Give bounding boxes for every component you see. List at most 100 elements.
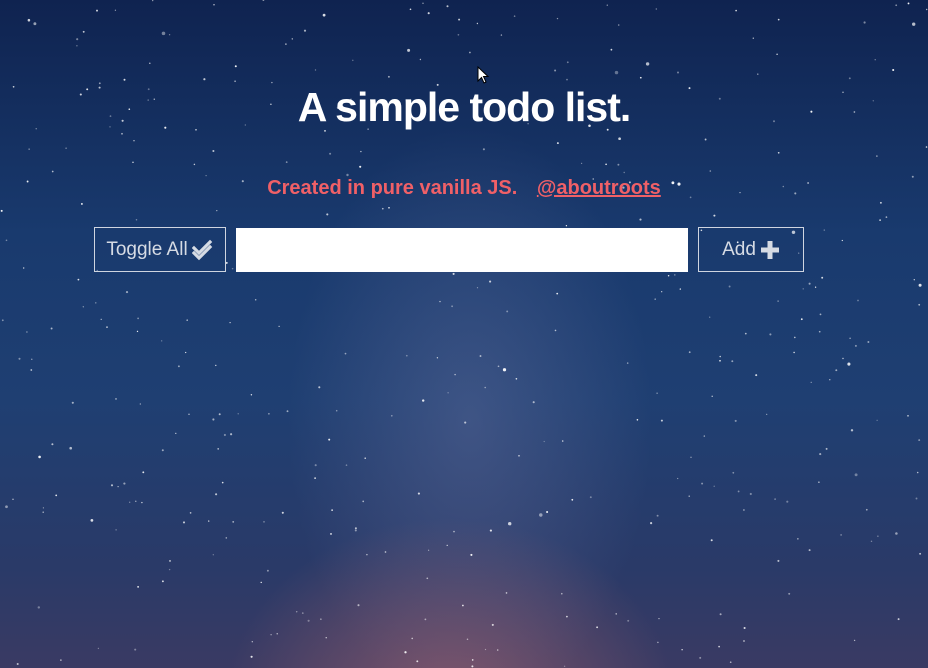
star bbox=[268, 412, 270, 415]
star bbox=[115, 398, 117, 400]
star bbox=[331, 509, 333, 511]
star bbox=[755, 374, 758, 377]
star bbox=[895, 532, 898, 535]
star bbox=[106, 326, 108, 328]
star bbox=[711, 395, 713, 398]
star bbox=[657, 641, 659, 644]
star bbox=[51, 170, 54, 173]
star bbox=[818, 481, 820, 483]
star bbox=[847, 362, 851, 366]
star bbox=[169, 559, 171, 562]
star bbox=[479, 355, 482, 357]
star bbox=[814, 286, 817, 288]
star bbox=[907, 415, 909, 417]
star bbox=[617, 163, 620, 166]
star bbox=[453, 530, 455, 533]
star bbox=[114, 9, 117, 11]
star bbox=[360, 150, 362, 153]
star bbox=[556, 292, 559, 295]
star bbox=[322, 13, 326, 17]
star bbox=[404, 651, 407, 654]
star bbox=[161, 31, 166, 36]
star bbox=[142, 471, 145, 474]
star bbox=[819, 453, 822, 456]
star bbox=[713, 214, 716, 217]
star bbox=[285, 43, 287, 45]
toggle-all-button[interactable]: Toggle All bbox=[94, 227, 226, 272]
star bbox=[31, 358, 33, 360]
star bbox=[554, 329, 557, 332]
star bbox=[405, 354, 408, 357]
star bbox=[362, 500, 365, 503]
star bbox=[266, 569, 269, 572]
star bbox=[777, 18, 780, 21]
star bbox=[454, 373, 456, 376]
star bbox=[774, 498, 776, 500]
star bbox=[409, 8, 412, 11]
star bbox=[307, 619, 310, 622]
star bbox=[5, 505, 8, 509]
star bbox=[907, 2, 910, 5]
star bbox=[381, 207, 384, 210]
star bbox=[26, 331, 28, 333]
author-link[interactable]: @aboutroots bbox=[537, 177, 661, 199]
star bbox=[346, 173, 349, 177]
star bbox=[417, 492, 420, 495]
star bbox=[915, 497, 918, 500]
star bbox=[757, 73, 759, 75]
star bbox=[18, 357, 21, 360]
star bbox=[5, 239, 8, 242]
star bbox=[276, 633, 278, 635]
star bbox=[565, 225, 568, 227]
star bbox=[639, 76, 642, 79]
star bbox=[168, 34, 171, 36]
star bbox=[263, 521, 265, 523]
star bbox=[857, 299, 859, 302]
star bbox=[556, 17, 559, 20]
star bbox=[476, 287, 479, 289]
star bbox=[234, 65, 237, 68]
star bbox=[821, 276, 824, 279]
star bbox=[237, 413, 239, 415]
star bbox=[203, 78, 206, 81]
star bbox=[566, 61, 569, 64]
star bbox=[452, 272, 455, 275]
star bbox=[121, 132, 123, 135]
star bbox=[627, 619, 630, 622]
star bbox=[617, 24, 620, 26]
star bbox=[291, 38, 293, 40]
star bbox=[808, 549, 811, 552]
star bbox=[182, 521, 186, 524]
star bbox=[925, 146, 928, 148]
star bbox=[743, 640, 745, 642]
todo-input[interactable] bbox=[236, 228, 688, 272]
star bbox=[737, 490, 740, 493]
star bbox=[710, 539, 713, 542]
star bbox=[152, 0, 154, 2]
star bbox=[186, 319, 188, 321]
star bbox=[28, 148, 30, 150]
star bbox=[419, 58, 422, 61]
star bbox=[286, 410, 289, 413]
star bbox=[366, 553, 368, 556]
star bbox=[141, 501, 143, 504]
star bbox=[661, 291, 663, 293]
star bbox=[285, 161, 288, 163]
star bbox=[506, 310, 509, 313]
star bbox=[230, 433, 233, 436]
star bbox=[690, 456, 692, 458]
star bbox=[719, 613, 722, 616]
star bbox=[231, 267, 234, 270]
star bbox=[496, 649, 499, 651]
star bbox=[254, 298, 257, 301]
add-button[interactable]: Add bbox=[698, 227, 804, 272]
star bbox=[752, 37, 754, 39]
star bbox=[539, 513, 543, 517]
star bbox=[744, 332, 747, 335]
star bbox=[139, 403, 141, 405]
star bbox=[681, 649, 683, 651]
star bbox=[802, 288, 804, 290]
star bbox=[225, 537, 228, 539]
star bbox=[12, 498, 14, 500]
star bbox=[189, 512, 192, 514]
